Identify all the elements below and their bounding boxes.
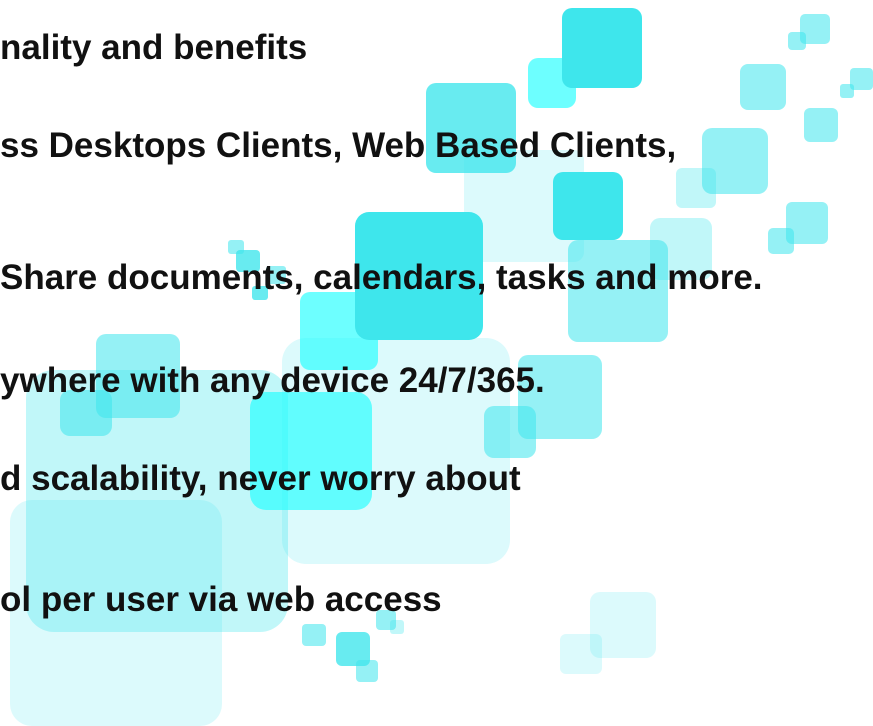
decorative-square	[740, 64, 786, 110]
decorative-square	[553, 172, 623, 240]
text-line-6: ol per user via web access	[0, 580, 442, 619]
decorative-square	[676, 168, 716, 208]
text-line-3: Share documents, calendars, tasks and mo…	[0, 258, 763, 297]
decorative-square	[840, 84, 854, 98]
decorative-square	[484, 406, 536, 458]
text-line-2: ss Desktops Clients, Web Based Clients,	[0, 126, 677, 165]
decorative-square	[302, 624, 326, 646]
decorative-square	[562, 8, 642, 88]
decorative-square	[560, 634, 602, 674]
decorative-square	[804, 108, 838, 142]
decorative-square	[390, 620, 404, 634]
text-line-1: nality and benefits	[0, 28, 308, 67]
decorative-square	[768, 228, 794, 254]
text-line-5: d scalability, never worry about	[0, 459, 521, 498]
decorative-square	[356, 660, 378, 682]
decorative-square	[228, 240, 244, 254]
text-line-4: ywhere with any device 24/7/365.	[0, 361, 545, 400]
decorative-square	[788, 32, 806, 50]
